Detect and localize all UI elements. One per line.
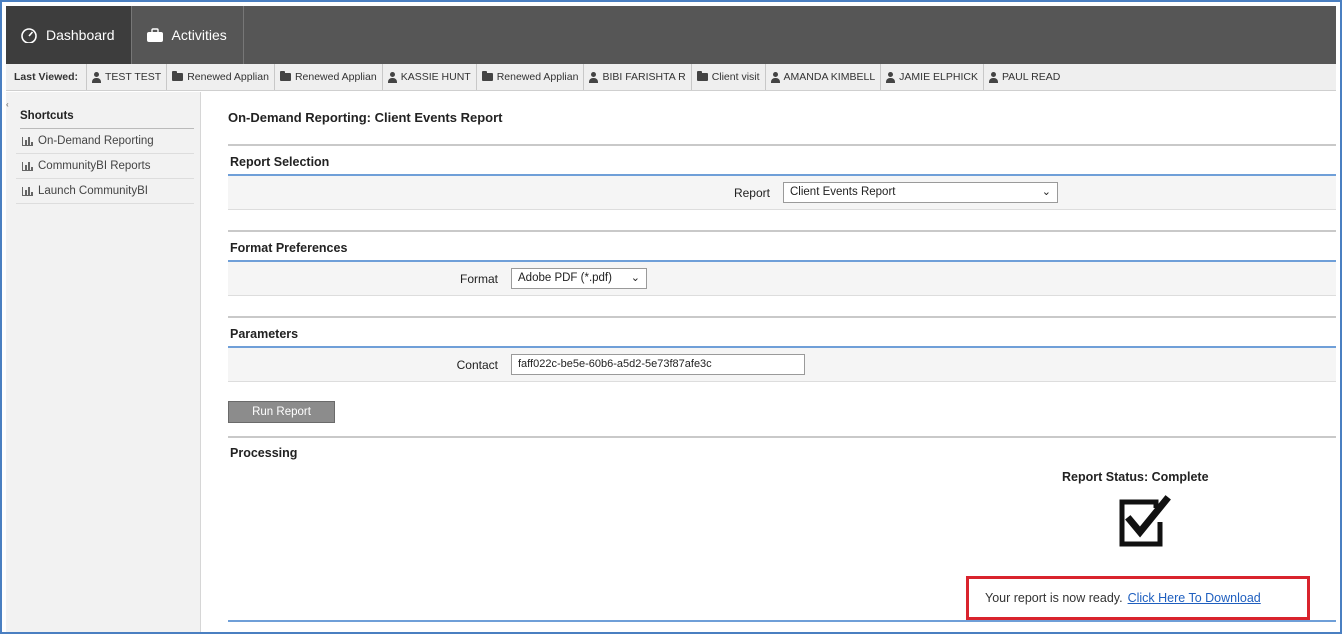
report-status: Report Status: Complete [1062, 470, 1209, 484]
sidebar-item-label: CommunityBI Reports [38, 160, 151, 172]
download-link[interactable]: Click Here To Download [1128, 591, 1261, 605]
last-viewed-item[interactable]: JAMIE ELPHICK [881, 64, 984, 90]
format-select-value: Adobe PDF (*.pdf) [518, 272, 612, 284]
contact-row: Contact faff022c-be5e-60b6-a5d2-5e73f87a… [228, 348, 1336, 382]
format-row: Format Adobe PDF (*.pdf) ⌄ [228, 262, 1336, 296]
bar-chart-icon [22, 186, 33, 196]
nav-activities[interactable]: Activities [132, 6, 244, 64]
parameters-section: Parameters Contact faff022c-be5e-60b6-a5… [228, 316, 1336, 382]
last-viewed-item[interactable]: PAUL READ [984, 64, 1065, 90]
last-viewed-item-label: JAMIE ELPHICK [899, 71, 978, 83]
last-viewed-item-label: AMANDA KIMBELL [783, 71, 876, 83]
last-viewed-item[interactable]: KASSIE HUNT [383, 64, 477, 90]
report-ready-callout: Your report is now ready. Click Here To … [966, 576, 1310, 620]
checkbox-checked-icon [1119, 495, 1171, 547]
last-viewed-item-label: BIBI FARISHTA R [602, 71, 686, 83]
dashboard-gauge-icon [21, 28, 37, 43]
report-row: Report Client Events Report ⌄ [228, 176, 1336, 210]
sidebar-item-label: On-Demand Reporting [38, 135, 154, 147]
chevron-down-icon: ⌄ [1041, 186, 1051, 198]
bar-chart-icon [22, 136, 33, 146]
last-viewed-item-label: KASSIE HUNT [400, 71, 471, 83]
sidebar-title: Shortcuts [20, 110, 194, 129]
processing-divider [228, 620, 1336, 622]
last-viewed-item-label: Renewed Applian [187, 71, 269, 83]
sidebar-item-launch-communitybi[interactable]: Launch CommunityBI [16, 179, 194, 204]
user-icon [988, 71, 998, 83]
nav-dashboard-label: Dashboard [46, 27, 115, 43]
format-select[interactable]: Adobe PDF (*.pdf) ⌄ [511, 268, 647, 289]
section-heading: Format Preferences [228, 230, 1336, 262]
last-viewed-item[interactable]: Renewed Applian [167, 64, 275, 90]
run-report-button[interactable]: Run Report [228, 401, 335, 423]
nav-dashboard[interactable]: Dashboard [6, 6, 132, 64]
last-viewed-item-label: TEST TEST [105, 71, 162, 83]
last-viewed-item[interactable]: Renewed Applian [477, 64, 585, 90]
report-selection-section: Report Selection Report Client Events Re… [228, 144, 1336, 210]
activities-briefcase-icon [146, 28, 163, 42]
report-ready-text: Your report is now ready. [985, 591, 1123, 605]
user-icon [886, 71, 896, 83]
report-select[interactable]: Client Events Report ⌄ [783, 182, 1058, 203]
collapse-sidebar-icon[interactable]: ‹ [6, 100, 12, 118]
section-heading: Parameters [228, 316, 1336, 348]
sidebar-item-label: Launch CommunityBI [38, 185, 148, 197]
shortcuts-sidebar: ‹ Shortcuts On-Demand Reporting Communit… [6, 92, 201, 632]
chevron-down-icon: ⌄ [630, 272, 640, 284]
page-title: On-Demand Reporting: Client Events Repor… [228, 110, 503, 125]
nav-activities-label: Activities [171, 27, 227, 43]
last-viewed-item-label: Client visit [711, 71, 760, 83]
user-icon [770, 71, 780, 83]
last-viewed-item[interactable]: Client visit [692, 64, 766, 90]
user-icon [589, 71, 599, 83]
processing-heading: Processing [228, 436, 1336, 466]
sidebar-item-communitybi-reports[interactable]: CommunityBI Reports [16, 154, 194, 179]
format-preferences-section: Format Preferences Format Adobe PDF (*.p… [228, 230, 1336, 296]
last-viewed-label: Last Viewed: [6, 64, 87, 90]
last-viewed-item-label: Renewed Applian [496, 71, 579, 83]
report-select-value: Client Events Report [790, 186, 896, 198]
contact-input[interactable]: faff022c-be5e-60b6-a5d2-5e73f87afe3c [511, 354, 805, 375]
last-viewed-item[interactable]: AMANDA KIMBELL [766, 64, 882, 90]
user-icon [387, 71, 397, 83]
folder-icon [481, 71, 493, 81]
format-label: Format [459, 272, 498, 286]
contact-label: Contact [456, 358, 498, 372]
last-viewed-item-label: PAUL READ [1001, 71, 1061, 83]
last-viewed-item[interactable]: TEST TEST [87, 64, 168, 90]
folder-icon [172, 71, 184, 81]
last-viewed-bar: Last Viewed: TEST TEST Renewed Applian R… [6, 64, 1336, 91]
folder-icon [696, 71, 708, 81]
top-nav: Dashboard Activities [6, 6, 1336, 64]
last-viewed-item-label: Renewed Applian [294, 71, 377, 83]
report-label: Report [733, 186, 770, 200]
folder-icon [279, 71, 291, 81]
user-icon [92, 71, 101, 83]
last-viewed-item[interactable]: BIBI FARISHTA R [584, 64, 692, 90]
bar-chart-icon [22, 161, 33, 171]
section-heading: Report Selection [228, 144, 1336, 176]
sidebar-item-on-demand-reporting[interactable]: On-Demand Reporting [16, 129, 194, 154]
last-viewed-item[interactable]: Renewed Applian [275, 64, 383, 90]
